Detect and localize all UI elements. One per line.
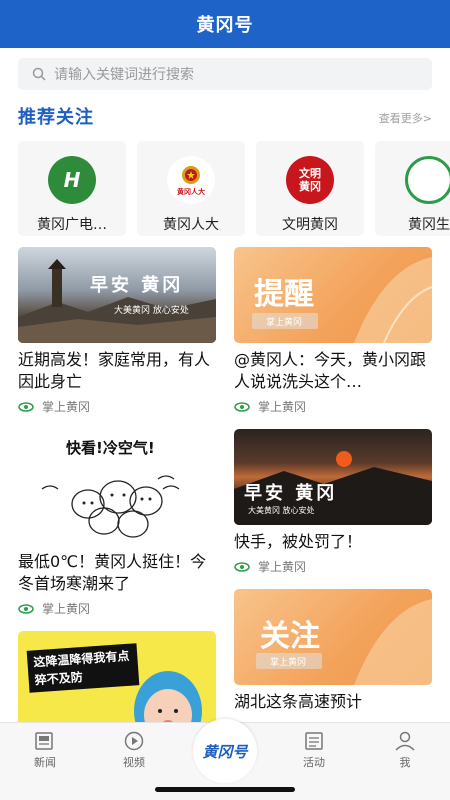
center-tab-logo: 黄冈号 [202, 742, 248, 761]
list-item[interactable]: 早安 黄冈 大美黄冈 放心安处 近期高发！家庭常用，有人因此身亡 掌上黄冈 [18, 247, 216, 415]
source-label: 掌上黄冈 [42, 602, 91, 616]
recommend-item-renda[interactable]: 黄冈人大 黄冈人大 [137, 141, 245, 236]
play-icon [124, 731, 144, 751]
recommend-title: 推荐关注 [18, 107, 94, 128]
image-subcaption: 掌上黄冈 [270, 658, 307, 668]
article-image: 早安 黄冈 大美黄冈 放心安处 [18, 247, 216, 343]
tab-news[interactable]: 新闻 [15, 731, 75, 770]
eye-icon [234, 561, 250, 572]
tab-huanggang-hao[interactable]: 黄冈号 [193, 719, 257, 783]
recommend-item-sheng[interactable]: 黄冈生 [375, 141, 450, 236]
image-caption: 关注 [260, 619, 320, 654]
feed-column-left: 早安 黄冈 大美黄冈 放心安处 近期高发！家庭常用，有人因此身亡 掌上黄冈 快看… [18, 247, 216, 722]
tab-label: 活动 [303, 756, 325, 769]
article-source: 掌上黄冈 [18, 600, 216, 617]
sheng-logo [405, 156, 450, 204]
news-icon [35, 732, 53, 750]
tab-me[interactable]: 我 [375, 731, 435, 770]
renda-logo: 黄冈人大 [167, 156, 215, 204]
app-header: 黄冈号 [0, 0, 450, 48]
article-image: 这降温降得我有点猝不及防 [18, 631, 216, 722]
feed-column-right: 提醒 掌上黄冈 @黄冈人：今天，黄小冈跟人说说洗头这个… 掌上黄冈 早安 黄冈 … [234, 247, 432, 722]
list-item[interactable]: 早安 黄冈 大美黄冈 放心安处 快手，被处罚了！ 掌上黄冈 [234, 429, 432, 575]
list-item[interactable]: 快看!冷空气! 最低0℃！黄冈人挺住！今冬首场寒潮来了 掌上黄冈 [18, 429, 216, 617]
source-label: 掌上黄冈 [258, 400, 307, 414]
image-subcaption: 掌上黄冈 [266, 318, 303, 328]
article-source: 掌上黄冈 [234, 558, 432, 575]
eye-icon [234, 401, 250, 412]
article-title: 快手，被处罚了！ [234, 532, 363, 551]
recommend-item-label: 黄冈广电… [37, 217, 107, 233]
article-image: 提醒 掌上黄冈 [234, 247, 432, 343]
recommend-item-label: 文明黄冈 [282, 217, 338, 233]
article-title: @黄冈人：今天，黄小冈跟人说说洗头这个… [234, 350, 427, 391]
image-caption: 提醒 [254, 277, 314, 312]
hgtv-logo: H [48, 156, 96, 204]
article-title: 近期高发！家庭常用，有人因此身亡 [18, 350, 211, 391]
user-icon [395, 731, 415, 751]
search-placeholder: 请输入关键词进行搜索 [54, 67, 194, 83]
search-icon [32, 67, 46, 81]
view-more-link[interactable]: 查看更多> [379, 110, 432, 126]
tab-label: 我 [399, 756, 411, 769]
search-input[interactable]: 请输入关键词进行搜索 [18, 58, 432, 90]
article-title: 最低0℃！黄冈人挺住！今冬首场寒潮来了 [18, 552, 207, 593]
article-image: 关注 掌上黄冈 [234, 589, 432, 685]
tab-label: 新闻 [34, 756, 56, 769]
article-image: 早安 黄冈 大美黄冈 放心安处 [234, 429, 432, 525]
source-label: 掌上黄冈 [42, 400, 91, 414]
image-caption: 早安 黄冈 [90, 275, 184, 296]
list-item[interactable]: 关注 掌上黄冈 湖北这条高速预计 [234, 589, 432, 713]
article-title: 湖北这条高速预计 [234, 692, 363, 711]
recommend-item-hgtv[interactable]: H 黄冈广电… [18, 141, 126, 236]
source-label: 掌上黄冈 [258, 560, 307, 574]
image-subcaption: 大美黄冈 放心安处 [114, 306, 189, 316]
tab-video[interactable]: 视频 [104, 731, 164, 770]
eye-icon [18, 401, 34, 412]
news-feed: 早安 黄冈 大美黄冈 放心安处 近期高发！家庭常用，有人因此身亡 掌上黄冈 快看… [0, 247, 450, 722]
eye-icon [18, 603, 34, 614]
recommend-item-label: 黄冈人大 [163, 217, 219, 233]
image-caption: 早安 黄冈 [244, 483, 338, 504]
recommend-list: H 黄冈广电… 黄冈人大 黄冈人大 文明 黄冈 文明黄冈 黄冈生 [18, 141, 450, 236]
article-image: 快看!冷空气! [18, 429, 216, 545]
recommend-item-label: 黄冈生 [408, 217, 450, 233]
article-source: 掌上黄冈 [18, 398, 216, 415]
recommend-item-wenming[interactable]: 文明 黄冈 文明黄冈 [256, 141, 364, 236]
article-source: 掌上黄冈 [234, 398, 432, 415]
home-indicator [155, 787, 295, 792]
wenming-logo: 文明 黄冈 [286, 156, 334, 204]
page-title: 黄冈号 [196, 15, 254, 36]
tab-activity[interactable]: 活动 [284, 731, 344, 770]
activity-icon [305, 732, 323, 750]
list-item[interactable]: 提醒 掌上黄冈 @黄冈人：今天，黄小冈跟人说说洗头这个… 掌上黄冈 [234, 247, 432, 415]
tab-label: 视频 [123, 756, 145, 769]
list-item[interactable]: 这降温降得我有点猝不及防 [18, 631, 216, 722]
emblem-icon [182, 165, 200, 184]
image-subcaption: 大美黄冈 放心安处 [248, 506, 315, 515]
